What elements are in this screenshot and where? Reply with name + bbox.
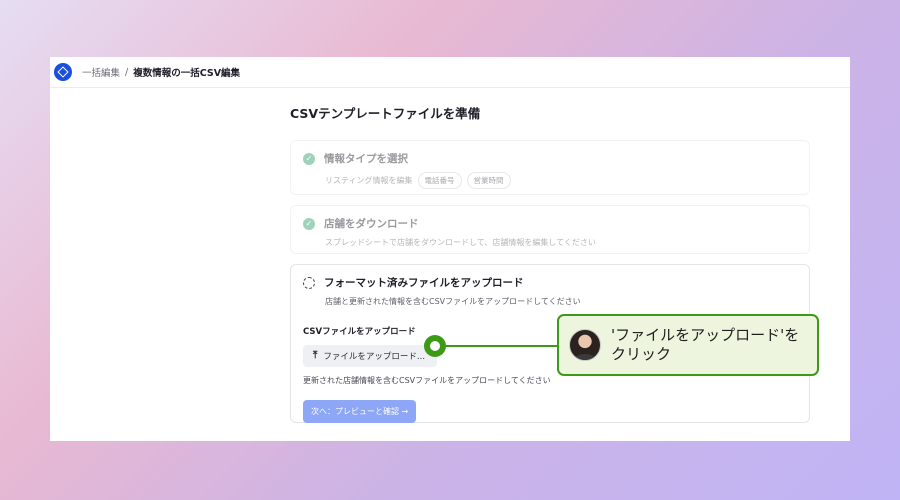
breadcrumb-parent-link[interactable]: 一括編集 [82, 65, 120, 79]
upload-help-text: 更新された店舗情報を含むCSVファイルをアップロードしてください [303, 375, 551, 385]
step-title: フォーマット済みファイルをアップロード [324, 277, 524, 289]
brand-logo-icon[interactable] [54, 63, 72, 81]
instruction-callout: 'ファイルをアップロード'を クリック [557, 314, 819, 376]
click-indicator [424, 335, 446, 357]
breadcrumb: 一括編集 / 複数情報の一括CSV編集 [82, 65, 241, 80]
callout-text: 'ファイルをアップロード'を クリック [611, 326, 799, 364]
breadcrumb-current: 複数情報の一括CSV編集 [133, 68, 241, 79]
dashed-circle-icon [303, 276, 315, 289]
step-description: スプレッドシートで店舗をダウンロードして、店舗情報を編集してください [325, 238, 596, 247]
step-download-stores: ✓ 店舗をダウンロード スプレッドシートで店舗をダウンロードして、店舗情報を編集… [290, 205, 810, 254]
check-circle-icon: ✓ [303, 217, 315, 230]
step-description: リスティング情報を編集 [325, 176, 413, 185]
page-title: CSVテンプレートファイルを準備 [290, 106, 481, 121]
check-circle-icon: ✓ [303, 152, 315, 165]
step-title: 情報タイプを選択 [324, 153, 408, 165]
upload-icon: ⤒ [313, 350, 318, 361]
step-description: 店舗と更新された情報を含むCSVファイルをアップロードしてください [325, 297, 581, 306]
main-content: CSVテンプレートファイルを準備 ✓ 情報タイプを選択 リスティング情報を編集 … [290, 103, 810, 433]
breadcrumb-separator: / [125, 66, 129, 78]
callout-line-1: 'ファイルをアップロード'を [611, 326, 800, 344]
next-preview-button[interactable]: 次へ：プレビューと確認 → [303, 399, 417, 423]
avatar [569, 329, 601, 361]
step-select-info-type: ✓ 情報タイプを選択 リスティング情報を編集 電話番号 営業時間 [290, 140, 810, 195]
upload-file-button-label: ファイルをアップロード... [323, 351, 426, 362]
step-title: 店舗をダウンロード [324, 218, 419, 230]
top-bar: 一括編集 / 複数情報の一括CSV編集 [50, 57, 850, 88]
app-window: 一括編集 / 複数情報の一括CSV編集 CSVテンプレートファイルを準備 ✓ 情… [50, 57, 850, 441]
chip-phone-number: 電話番号 [417, 172, 462, 189]
callout-leader-line [446, 345, 558, 347]
callout-line-2: クリック [611, 345, 672, 363]
upload-file-button[interactable]: ⤒ ファイルをアップロード... [303, 344, 438, 367]
chip-business-hours: 営業時間 [466, 172, 511, 189]
